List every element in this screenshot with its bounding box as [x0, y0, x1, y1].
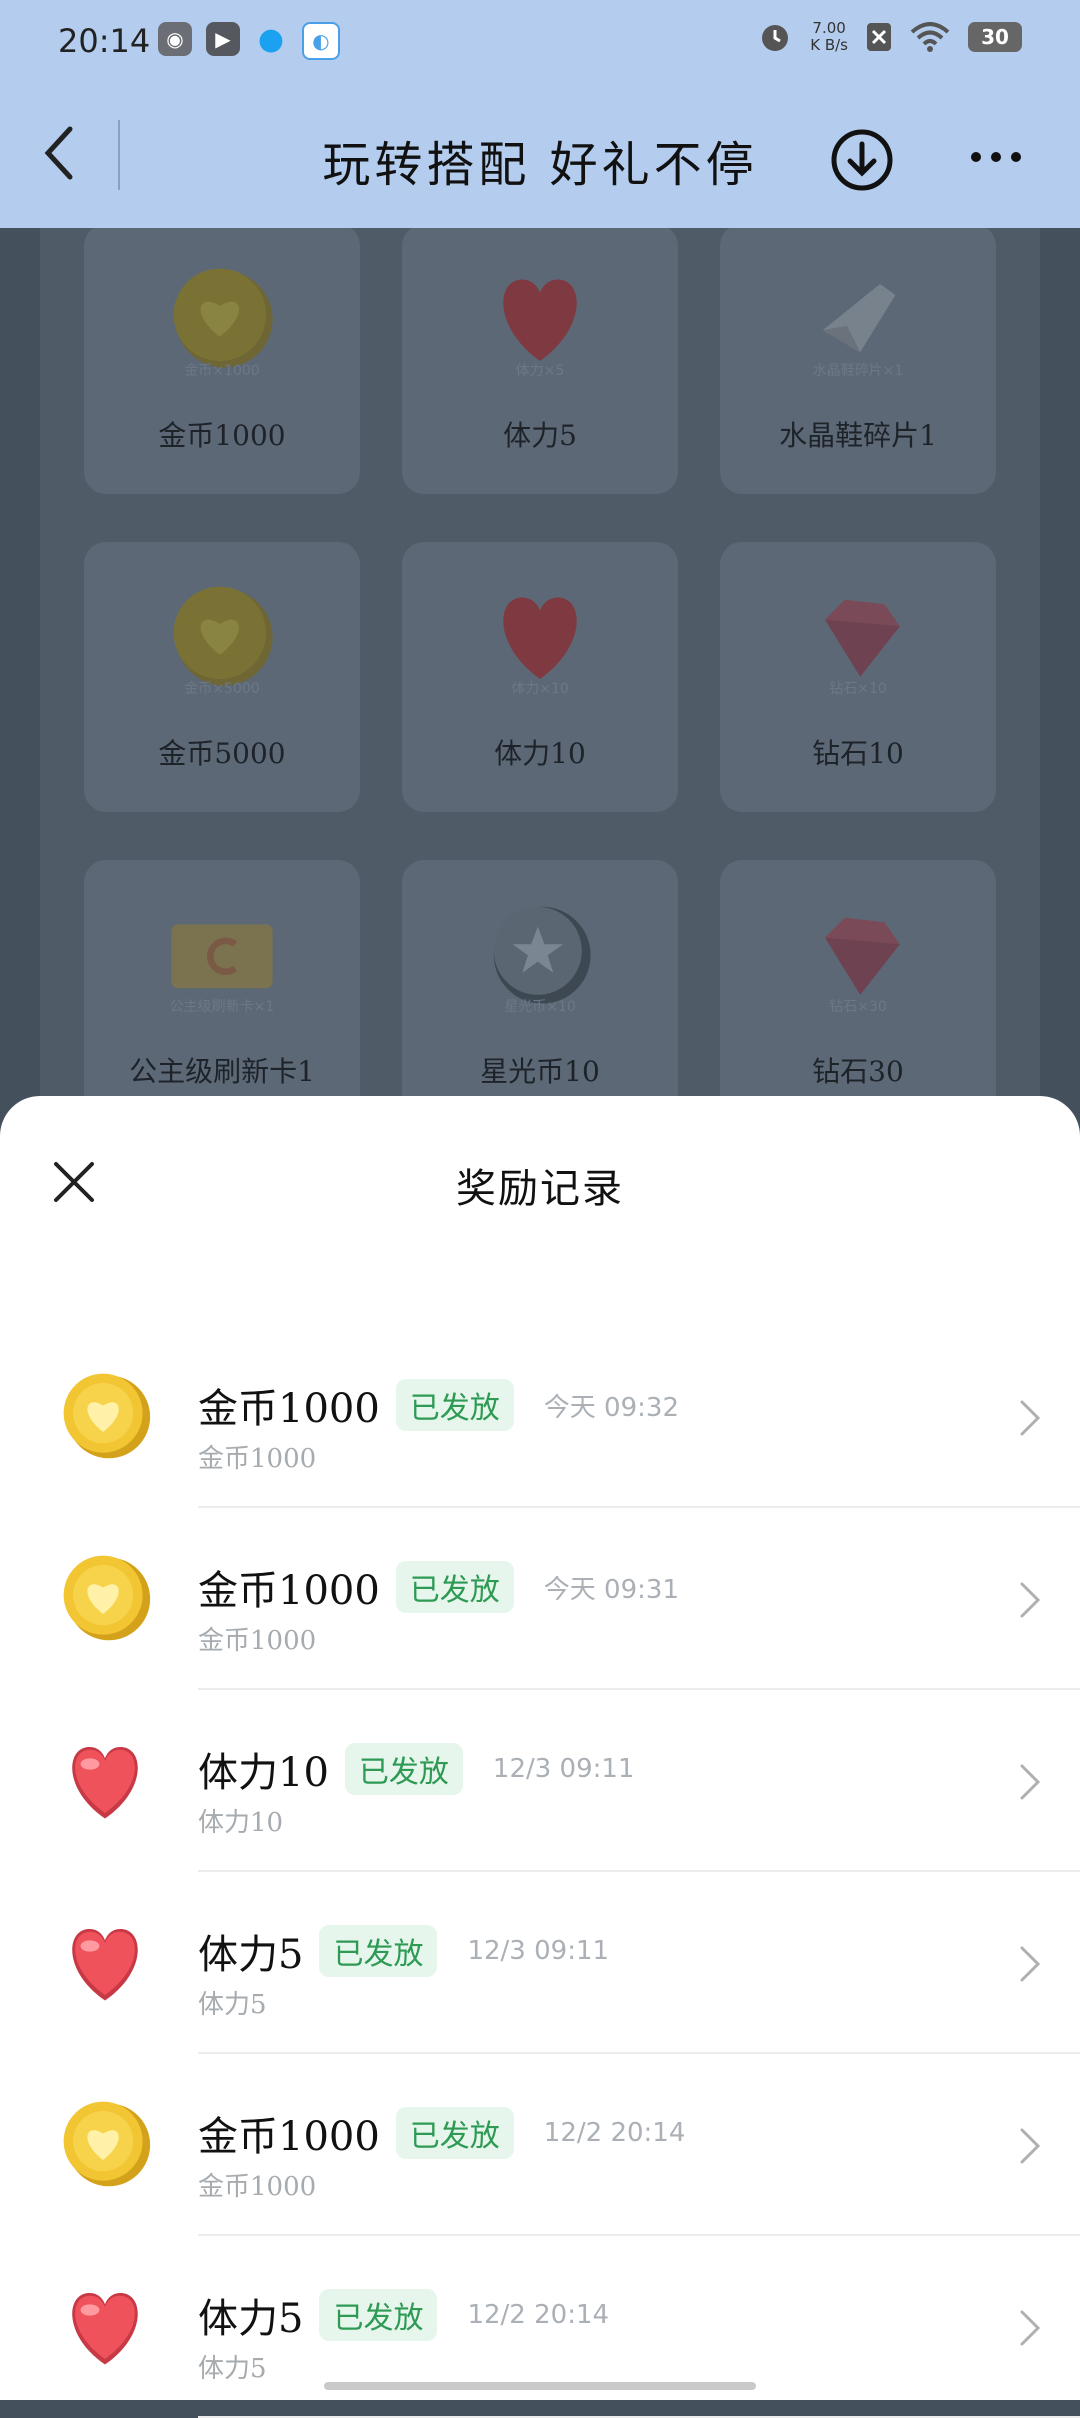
- network-speed: 7.00 K B/s: [810, 19, 848, 54]
- sheet-title: 奖励记录: [456, 1166, 624, 1212]
- reward-card[interactable]: 体力×5 体力5: [402, 224, 678, 494]
- coin-icon: [173, 586, 273, 686]
- home-indicator[interactable]: [324, 2382, 756, 2390]
- record-time: 12/2 20:14: [543, 2118, 686, 2148]
- reward-record-row[interactable]: 金币1000 已发放 今天 09:32 金币1000: [0, 1326, 1080, 1508]
- reward-card[interactable]: 金币×5000 金币5000: [84, 542, 360, 812]
- status-time: 20:14: [58, 22, 151, 60]
- heart-icon: [503, 279, 577, 361]
- record-name: 体力5: [198, 2296, 304, 2342]
- game-controller-icon: ◉: [158, 22, 192, 56]
- coin-icon: [173, 268, 273, 368]
- record-description: 金币1000: [198, 1444, 317, 1474]
- reward-card[interactable]: 公主级刷新卡×1 公主级刷新卡1: [84, 860, 360, 1130]
- record-name: 金币1000: [198, 1386, 380, 1432]
- qq-icon: ●: [257, 21, 285, 57]
- wifi-icon: [910, 22, 950, 52]
- record-description: 体力10: [198, 1808, 284, 1838]
- reward-card-label: 水晶鞋碎片1: [779, 419, 937, 452]
- heart-icon: [72, 1928, 138, 2001]
- coin-icon: [63, 1373, 151, 1459]
- crystal-shoe-shard-icon: [822, 284, 896, 353]
- status-badge: 已发放: [395, 1379, 514, 1431]
- reward-card-label: 体力10: [494, 737, 586, 770]
- sim-off-icon: [867, 23, 891, 51]
- record-name: 体力5: [198, 1932, 304, 1978]
- reward-card-label: 金币5000: [158, 737, 286, 770]
- star-coin-icon: [493, 906, 591, 1004]
- reward-record-row[interactable]: 金币1000 已发放 12/2 20:14 金币1000: [0, 2054, 1080, 2236]
- record-time: 12/2 20:14: [467, 2300, 610, 2330]
- page-title: 玩转搭配 好礼不停: [322, 137, 758, 193]
- record-name: 金币1000: [198, 1568, 380, 1614]
- status-badge: 已发放: [319, 1925, 438, 1977]
- reward-record-row[interactable]: 体力10 已发放 12/3 09:11 体力10: [0, 1690, 1080, 1872]
- record-name: 金币1000: [198, 2114, 380, 2160]
- browser-icon: ◐: [302, 22, 340, 60]
- coin-icon: [63, 2101, 151, 2187]
- alarm-icon: [762, 25, 789, 51]
- record-description: 体力5: [198, 2354, 267, 2384]
- more-icon[interactable]: [966, 132, 1026, 182]
- reward-card-label: 体力5: [503, 419, 577, 452]
- reward-card[interactable]: 钻石×10 钻石10: [720, 542, 996, 812]
- status-badge: 已发放: [395, 2107, 514, 2159]
- chevron-right-icon: [1020, 1582, 1041, 1618]
- heart-icon: [72, 1746, 138, 1819]
- play-icon: ▶: [206, 22, 240, 56]
- reward-card-label: 星光币10: [480, 1055, 600, 1088]
- record-time: 今天 09:32: [543, 1392, 679, 1423]
- reward-record-row[interactable]: 金币1000 已发放 今天 09:31 金币1000: [0, 1508, 1080, 1690]
- reward-card-label: 钻石10: [812, 737, 904, 770]
- chevron-right-icon: [1020, 2128, 1041, 2164]
- heart-icon: [503, 597, 577, 679]
- battery-indicator: 30: [968, 22, 1022, 52]
- reward-card[interactable]: 水晶鞋碎片×1 水晶鞋碎片1: [720, 224, 996, 494]
- reward-records-sheet: 奖励记录 金币1000 已发放 今天 09:32 金币1000 金币1000 已…: [0, 1096, 1080, 2418]
- top-bar: 20:14 ◉ ▶ ● ◐ 7.00 K B/s 30 玩转搭配 好礼不停: [0, 0, 1080, 228]
- status-right: 7.00 K B/s 30: [758, 20, 1022, 54]
- status-badge: 已发放: [395, 1561, 514, 1613]
- chevron-right-icon: [1020, 1400, 1041, 1436]
- record-name: 体力10: [198, 1750, 329, 1796]
- reward-card-label: 公主级刷新卡1: [129, 1055, 315, 1088]
- record-time: 12/3 09:11: [467, 1936, 610, 1966]
- reward-card-label: 钻石30: [812, 1055, 904, 1088]
- record-description: 金币1000: [198, 1626, 317, 1656]
- chevron-right-icon: [1020, 1946, 1041, 1982]
- record-description: 金币1000: [198, 2172, 317, 2202]
- heart-icon: [72, 2292, 138, 2365]
- reward-card[interactable]: 星光币×10 星光币10: [402, 860, 678, 1130]
- record-description: 体力5: [198, 1990, 267, 2020]
- chevron-right-icon: [1020, 2310, 1041, 2346]
- record-time: 12/3 09:11: [492, 1754, 635, 1784]
- record-time: 今天 09:31: [543, 1574, 679, 1605]
- refresh-card-icon: [171, 924, 273, 989]
- reward-card-label: 金币1000: [158, 419, 286, 452]
- status-badge: 已发放: [319, 2289, 438, 2341]
- coin-icon: [63, 1555, 151, 1641]
- reward-card[interactable]: 体力×10 体力10: [402, 542, 678, 812]
- reward-record-row[interactable]: 体力5 已发放 12/2 20:14 体力5: [0, 2236, 1080, 2418]
- notification-icons: ◉ ▶ ● ◐: [158, 22, 340, 60]
- download-icon[interactable]: [830, 128, 894, 192]
- diamond-icon: [825, 599, 900, 677]
- reward-card[interactable]: 钻石×30 钻石30: [720, 860, 996, 1130]
- chevron-right-icon: [1020, 1764, 1041, 1800]
- status-badge: 已发放: [344, 1743, 463, 1795]
- reward-record-row[interactable]: 体力5 已发放 12/3 09:11 体力5: [0, 1872, 1080, 2054]
- diamond-icon: [825, 917, 900, 995]
- reward-card[interactable]: 金币×1000 金币1000: [84, 224, 360, 494]
